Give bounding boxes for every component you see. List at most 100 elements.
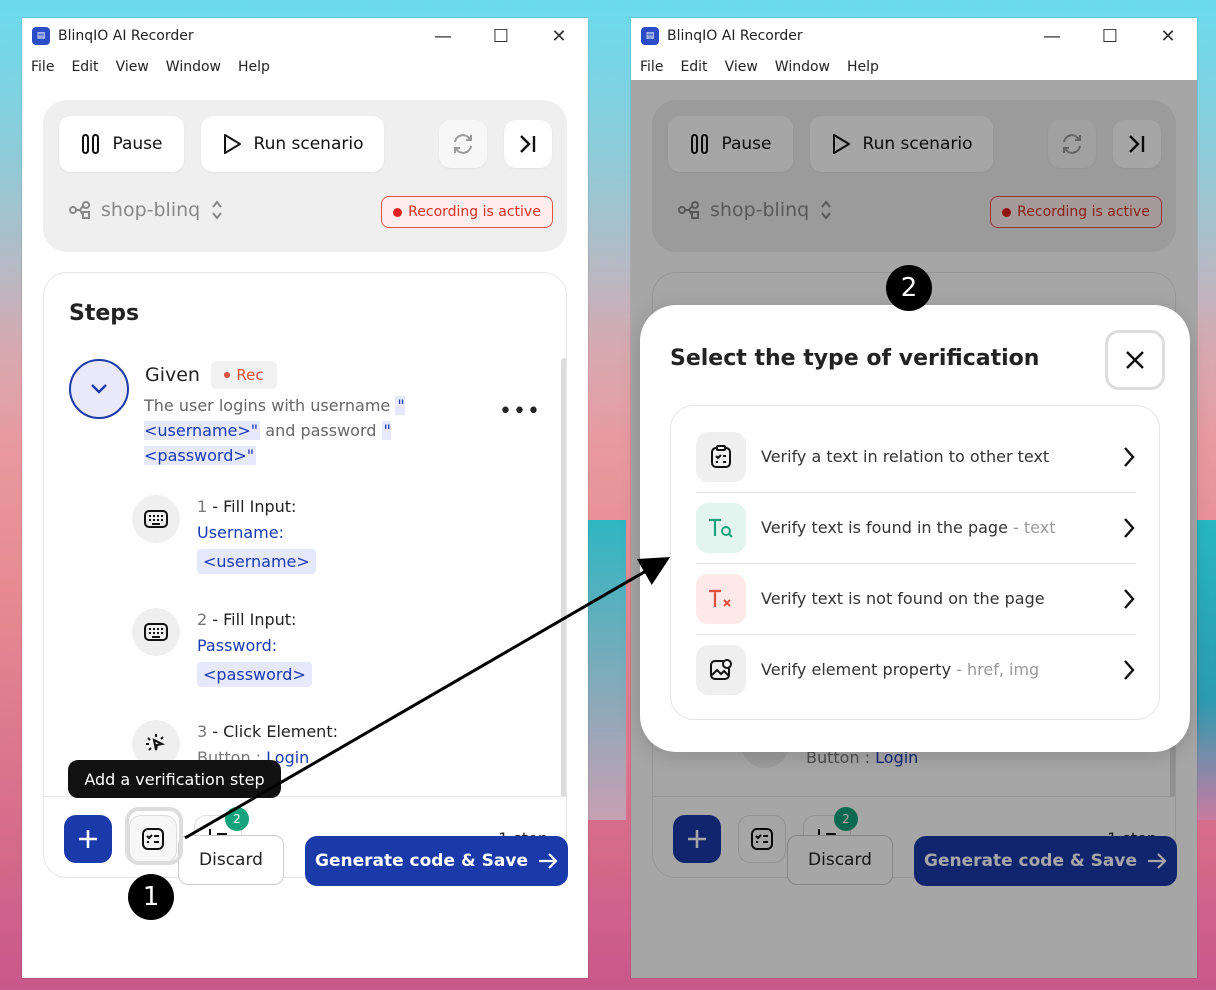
menu-bar: File Edit View Window Help: [22, 54, 588, 80]
given-step-text: The user logins with username "<username…: [144, 393, 424, 468]
collapse-given-button[interactable]: [69, 359, 129, 419]
app-logo-icon: ▤: [641, 27, 659, 45]
arrow-right-icon: [539, 853, 558, 869]
callout-step-2: 2: [886, 265, 932, 311]
control-card: Pause Run scenario shop-blinq Recording …: [43, 100, 567, 252]
chevron-right-icon: [1124, 588, 1135, 609]
keyboard-icon: [132, 608, 180, 656]
chevron-right-icon: [1124, 446, 1135, 467]
minimize-button[interactable]: —: [414, 18, 472, 54]
project-selector[interactable]: shop-blinq: [69, 199, 224, 221]
option-hint: - text: [1007, 518, 1056, 537]
step-field: Password:: [197, 636, 278, 655]
step-title: 3 - Click Element:: [197, 722, 338, 741]
text-search-icon: [696, 502, 746, 553]
verification-tooltip: Add a verification step: [68, 760, 281, 798]
app-logo-icon: ▤: [32, 27, 50, 45]
step-count-badge: 2: [225, 807, 249, 831]
project-graph-icon: [69, 201, 90, 219]
option-label-text: Verify element property: [761, 660, 952, 679]
rec-tag: Rec: [211, 361, 277, 389]
generate-save-button[interactable]: Generate code & Save: [305, 836, 568, 886]
pause-button[interactable]: Pause: [59, 116, 184, 172]
maximize-button[interactable]: ☐: [1081, 18, 1139, 54]
menu-bar: File Edit View Window Help: [631, 54, 1197, 80]
recording-dot-icon: [393, 207, 403, 217]
rec-tag-label: Rec: [236, 366, 264, 384]
option-label: Verify text is not found on the page: [761, 589, 1122, 608]
menu-help[interactable]: Help: [847, 59, 879, 75]
title-bar: ▤ BlinqIO AI Recorder — ☐ ✕: [631, 18, 1197, 54]
step-field: Username:: [197, 523, 284, 542]
recording-status-badge: Recording is active: [381, 196, 553, 228]
play-icon: [223, 134, 241, 154]
recording-status-text: Recording is active: [408, 204, 541, 220]
option-hint: - href, img: [951, 660, 1040, 679]
menu-file[interactable]: File: [640, 59, 663, 75]
add-step-button[interactable]: [64, 815, 112, 863]
menu-edit[interactable]: Edit: [71, 59, 98, 75]
background-wave: [586, 520, 626, 820]
pause-label: Pause: [112, 134, 163, 154]
discard-button[interactable]: Discard: [178, 835, 284, 885]
given-text-part: and password: [260, 421, 382, 440]
recorder-window-left: ▤ BlinqIO AI Recorder — ☐ ✕ File Edit Vi…: [22, 18, 588, 978]
more-options-icon[interactable]: •••: [499, 399, 541, 424]
step-number: 2: [197, 610, 208, 629]
given-text-part: The user logins with username: [144, 396, 396, 415]
keyboard-icon: [132, 495, 180, 543]
step-title: 2 - Fill Input:: [197, 610, 296, 629]
menu-window[interactable]: Window: [166, 59, 221, 75]
close-button[interactable]: ✕: [530, 18, 588, 54]
option-label-text: Verify text is found in the page: [761, 518, 1008, 537]
project-name: shop-blinq: [101, 199, 201, 221]
steps-title: Steps: [69, 301, 140, 326]
skip-end-icon: [520, 135, 536, 153]
given-keyword: Given: [145, 364, 200, 386]
chevron-down-icon: [91, 384, 107, 394]
image-settings-icon: [696, 644, 746, 695]
steps-scrollbar[interactable]: [561, 358, 566, 798]
verify-text-found-option[interactable]: Verify text is found in the page - text: [696, 492, 1136, 563]
step-value: <username>: [197, 549, 316, 574]
run-scenario-button[interactable]: Run scenario: [201, 116, 384, 172]
maximize-button[interactable]: ☐: [472, 18, 530, 54]
modal-close-button[interactable]: [1105, 330, 1165, 390]
refresh-button[interactable]: [439, 120, 487, 168]
verification-type-modal: Select the type of verification Verify a…: [640, 305, 1190, 752]
text-remove-icon: [696, 573, 746, 624]
menu-edit[interactable]: Edit: [680, 59, 707, 75]
menu-help[interactable]: Help: [238, 59, 270, 75]
verify-text-relation-option[interactable]: Verify a text in relation to other text: [696, 421, 1136, 492]
step-number: 3: [197, 722, 208, 741]
step-value: <password>: [197, 662, 312, 687]
step-number: 1: [197, 497, 208, 516]
minimize-button[interactable]: —: [1023, 18, 1081, 54]
verify-text-not-found-option[interactable]: Verify text is not found on the page: [696, 563, 1136, 634]
modal-title: Select the type of verification: [670, 346, 1040, 371]
skip-to-end-button[interactable]: [504, 120, 552, 168]
plus-icon: [79, 830, 97, 848]
option-label: Verify element property - href, img: [761, 660, 1122, 679]
window-title: BlinqIO AI Recorder: [667, 28, 803, 44]
step-action: - Fill Input:: [207, 497, 297, 516]
menu-file[interactable]: File: [31, 59, 54, 75]
menu-view[interactable]: View: [116, 59, 149, 75]
window-title: BlinqIO AI Recorder: [58, 28, 194, 44]
step-action: - Click Element:: [207, 722, 338, 741]
menu-window[interactable]: Window: [775, 59, 830, 75]
refresh-icon: [454, 134, 472, 154]
close-icon: [1126, 351, 1144, 369]
step-title: 1 - Fill Input:: [197, 497, 296, 516]
close-button[interactable]: ✕: [1139, 18, 1197, 54]
option-label: Verify a text in relation to other text: [761, 447, 1122, 466]
rec-dot-icon: [224, 372, 231, 378]
chevron-right-icon: [1124, 659, 1135, 680]
menu-view[interactable]: View: [725, 59, 758, 75]
pause-icon: [81, 134, 99, 154]
generate-save-label: Generate code & Save: [315, 851, 528, 871]
option-label: Verify text is found in the page - text: [761, 518, 1122, 537]
step-action: - Fill Input:: [207, 610, 297, 629]
verify-element-property-option[interactable]: Verify element property - href, img: [696, 634, 1136, 705]
option-label-text: Verify text is not found on the page: [761, 589, 1045, 608]
